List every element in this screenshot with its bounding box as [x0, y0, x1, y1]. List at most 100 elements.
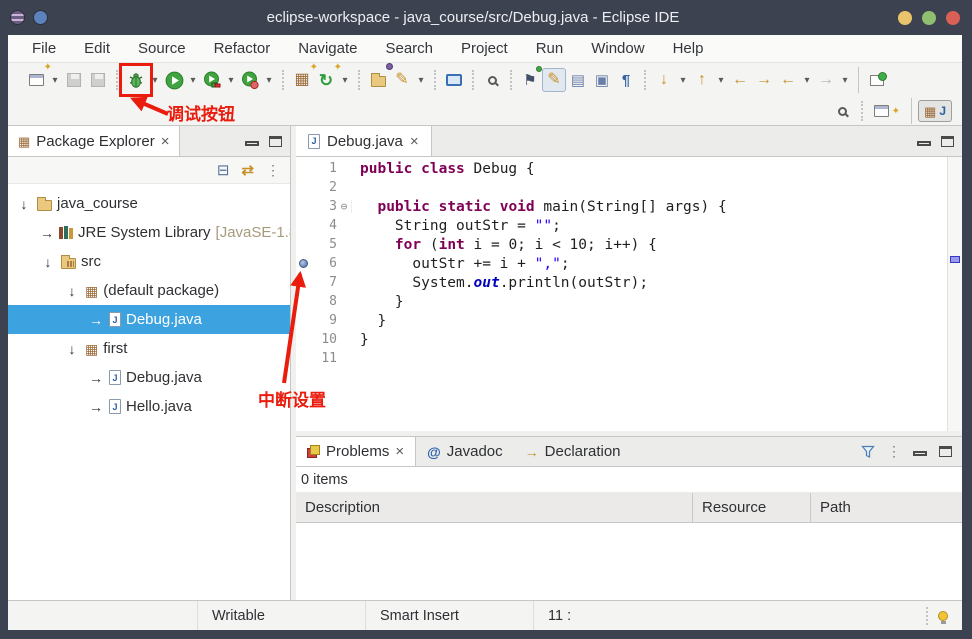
breakpoint-marker-icon[interactable] [950, 256, 960, 263]
code-text[interactable]: outStr += i + ","; [352, 256, 947, 272]
code-text[interactable]: public static void main(String[] args) { [352, 199, 947, 215]
pe-minimize-button[interactable] [245, 141, 259, 146]
show-whitespace-toggle[interactable]: ¶ [614, 68, 638, 92]
coverage-dropdown[interactable]: ▾ [224, 75, 238, 86]
back-button[interactable]: ← [776, 68, 800, 92]
expander-collapsed-icon[interactable]: → [88, 370, 104, 386]
tab-debug-java[interactable]: J Debug.java × [296, 126, 432, 156]
menu-search[interactable]: Search [371, 40, 447, 57]
code-line-2[interactable]: 2 [296, 178, 947, 197]
overview-ruler[interactable] [947, 157, 962, 431]
open-perspective-button[interactable]: ✦ [869, 102, 905, 120]
back-dropdown[interactable]: ▾ [800, 75, 814, 86]
code-text[interactable]: for (int i = 0; i < 10; i++) { [352, 237, 947, 253]
quick-access-button[interactable] [831, 99, 855, 123]
expander-expanded-icon[interactable]: ↓ [64, 283, 80, 299]
annotate-button[interactable]: ✎ [390, 68, 414, 92]
menu-source[interactable]: Source [124, 40, 200, 57]
column-path[interactable]: Path [811, 493, 962, 522]
tab-problems[interactable]: Problems × [296, 437, 416, 466]
forward-dropdown[interactable]: ▾ [838, 75, 852, 86]
pin-editor-button[interactable] [865, 68, 889, 92]
debug-button[interactable] [124, 68, 148, 92]
expander-expanded-icon[interactable]: ↓ [64, 341, 80, 357]
code-text[interactable]: } [352, 313, 947, 329]
tree-item-debug-java[interactable]: →JDebug.java [8, 305, 290, 334]
breakpoint-icon[interactable] [299, 259, 308, 268]
next-annotation-dropdown[interactable]: ▾ [676, 75, 690, 86]
editor-maximize-button[interactable] [941, 136, 954, 147]
next-edit-location-button[interactable]: → [752, 68, 776, 92]
editor-minimize-button[interactable] [917, 141, 931, 146]
code-text[interactable]: String outStr = ""; [352, 218, 947, 234]
run-button[interactable] [162, 68, 186, 92]
code-line-5[interactable]: 5 for (int i = 0; i < 10; i++) { [296, 235, 947, 254]
pe-maximize-button[interactable] [269, 136, 282, 147]
code-line-6[interactable]: 6 outStr += i + ","; [296, 254, 947, 273]
annotate-dropdown[interactable]: ▾ [414, 75, 428, 86]
next-annotation-button[interactable]: ↓ [652, 68, 676, 92]
expander-collapsed-icon[interactable]: → [88, 312, 104, 328]
breakpoint-gutter[interactable] [296, 259, 311, 268]
new-java-project-button[interactable]: ▦✦ [290, 68, 314, 92]
code-line-10[interactable]: 10} [296, 330, 947, 349]
code-line-4[interactable]: 4 String outStr = ""; [296, 216, 947, 235]
search-dialog-button[interactable] [480, 68, 504, 92]
problems-close-icon[interactable]: × [395, 443, 404, 460]
editor-tab-close-icon[interactable]: × [410, 133, 419, 150]
package-explorer-close-icon[interactable]: × [161, 133, 170, 150]
expander-expanded-icon[interactable]: ↓ [16, 196, 32, 212]
close-button[interactable] [946, 11, 960, 25]
menu-refactor[interactable]: Refactor [200, 40, 285, 57]
minimize-button[interactable] [898, 11, 912, 25]
problems-minimize-button[interactable] [913, 451, 927, 456]
forward-button[interactable]: → [814, 68, 838, 92]
problems-maximize-button[interactable] [939, 446, 952, 457]
new-dropdown[interactable]: ▾ [48, 75, 62, 86]
maximize-button[interactable] [922, 11, 936, 25]
profile-dropdown[interactable]: ▾ [262, 75, 276, 86]
code-line-8[interactable]: 8 } [296, 292, 947, 311]
save-button[interactable] [62, 68, 86, 92]
menu-edit[interactable]: Edit [70, 40, 124, 57]
coverage-button[interactable] [200, 68, 224, 92]
task-flag-button[interactable]: ⚑ [518, 68, 542, 92]
view-menu-button[interactable]: ⋮ [266, 162, 280, 179]
code-text[interactable]: public class Debug { [352, 161, 947, 177]
menu-project[interactable]: Project [447, 40, 522, 57]
save-all-button[interactable] [86, 68, 110, 92]
link-with-editor-button[interactable]: ⇄ [241, 161, 254, 179]
java-perspective-button[interactable]: ▦ J [918, 100, 952, 122]
open-task-button[interactable] [366, 68, 390, 92]
open-console-button[interactable] [442, 68, 466, 92]
tip-lightbulb-icon[interactable] [938, 611, 948, 621]
code-text[interactable]: System.out.println(outStr); [352, 275, 947, 291]
tree-item-jre-system-library[interactable]: →JRE System Library [JavaSE-1.8] [8, 218, 290, 247]
filter-button[interactable] [861, 445, 875, 459]
code-area[interactable]: 1public class Debug {23⊖ public static v… [296, 157, 947, 431]
code-line-11[interactable]: 11 [296, 349, 947, 368]
expander-collapsed-icon[interactable]: → [88, 399, 104, 415]
expander-expanded-icon[interactable]: ↓ [40, 254, 56, 270]
previous-annotation-button[interactable]: ↑ [690, 68, 714, 92]
menu-help[interactable]: Help [659, 40, 718, 57]
tree-item-hello-java[interactable]: →JHello.java [8, 392, 290, 421]
tree-item--default-package-[interactable]: ↓▦(default package) [8, 276, 290, 305]
code-text[interactable]: } [352, 294, 947, 310]
tree-item-java-course[interactable]: ↓java_course [8, 189, 290, 218]
code-line-3[interactable]: 3⊖ public static void main(String[] args… [296, 197, 947, 216]
tree-item-first[interactable]: ↓▦first [8, 334, 290, 363]
mark-occurrences-toggle[interactable]: ✎ [542, 68, 566, 92]
code-line-9[interactable]: 9 } [296, 311, 947, 330]
fold-collapse-icon[interactable]: ⊖ [337, 200, 352, 213]
previous-annotation-dropdown[interactable]: ▾ [714, 75, 728, 86]
profile-button[interactable] [238, 68, 262, 92]
menu-file[interactable]: File [18, 40, 70, 57]
tree-item-debug-java[interactable]: →JDebug.java [8, 363, 290, 392]
debug-dropdown[interactable]: ▾ [148, 75, 162, 86]
tab-javadoc[interactable]: @ Javadoc [416, 437, 514, 466]
code-text[interactable]: } [352, 332, 947, 348]
code-line-7[interactable]: 7 System.out.println(outStr); [296, 273, 947, 292]
caret-position-status[interactable]: 11 : [534, 601, 654, 630]
menu-run[interactable]: Run [522, 40, 578, 57]
